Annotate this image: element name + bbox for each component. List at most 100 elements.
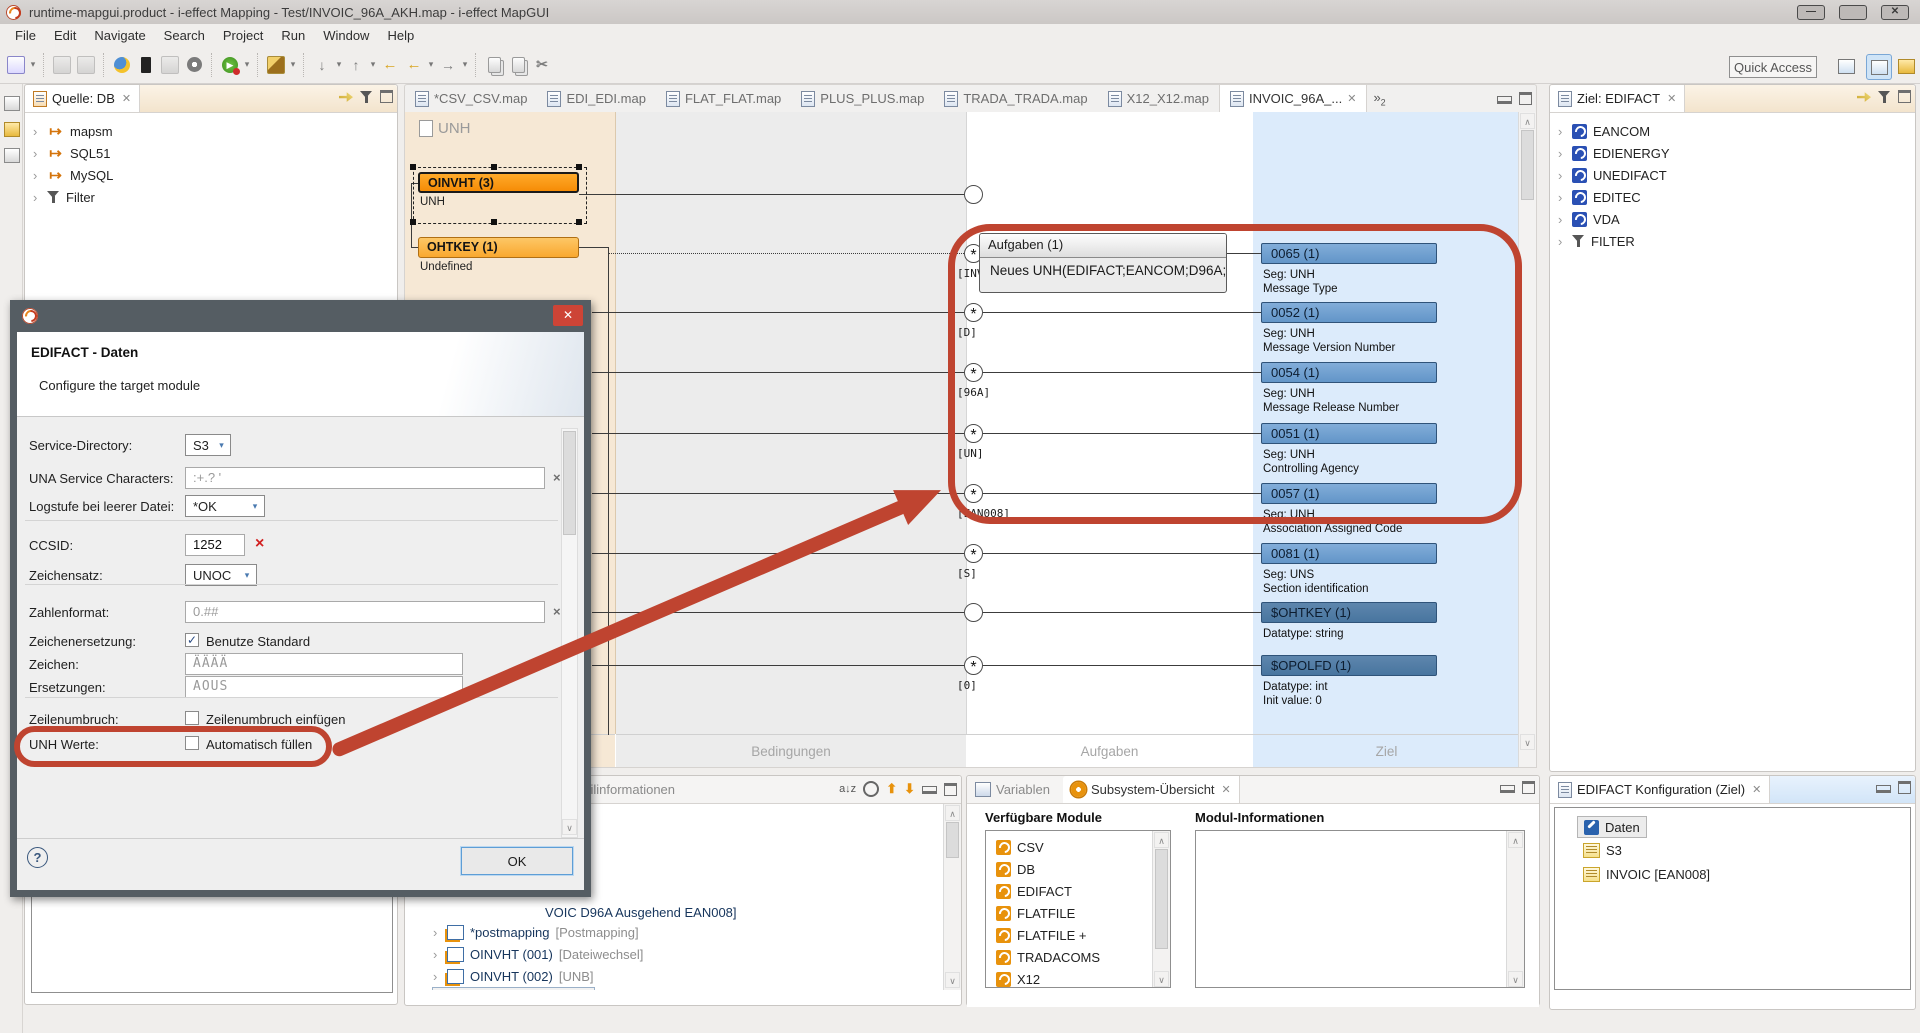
close-icon[interactable]: ✕	[122, 92, 131, 105]
scroll-down-icon[interactable]: ∨	[1520, 734, 1535, 750]
close-icon[interactable]: ✕	[1752, 783, 1761, 796]
target-item-editec[interactable]: ›EDITEC	[1558, 187, 1641, 207]
info-scrollbar[interactable]: ∧ ∨	[1506, 831, 1524, 988]
editor-tab-plus-plus-map[interactable]: PLUS_PLUS.map	[791, 85, 934, 112]
maximize-view-icon[interactable]	[380, 90, 393, 103]
sync-icon[interactable]	[111, 54, 133, 76]
scroll-up-icon[interactable]: ∧	[945, 805, 960, 821]
canvas-scrollbar[interactable]: ∧ ∨	[1518, 112, 1536, 767]
task-port-icon[interactable]: *	[964, 363, 983, 382]
marker-caret-icon[interactable]: ▾	[288, 59, 298, 70]
chevron-right-icon[interactable]: ›	[1558, 190, 1566, 205]
new-wizard-caret-icon[interactable]: ▾	[28, 59, 38, 70]
field-select[interactable]: UNOC▾	[185, 564, 257, 586]
target-item-vda[interactable]: ›VDA	[1558, 209, 1620, 229]
export-arrow-icon[interactable]: ⬇	[904, 781, 915, 797]
build-gear-icon[interactable]	[183, 54, 205, 76]
scroll-thumb[interactable]	[1155, 849, 1168, 949]
editor-tab--csv-csv-map[interactable]: *CSV_CSV.map	[405, 85, 537, 112]
field-input[interactable]: ÄÄÄÄ	[185, 653, 463, 675]
link-editor-icon[interactable]	[1857, 91, 1871, 103]
menu-help[interactable]: Help	[378, 26, 423, 45]
chevron-right-icon[interactable]: ›	[433, 947, 441, 962]
export-settings-icon[interactable]	[159, 54, 181, 76]
modules-scrollbar[interactable]: ∧ ∨	[1152, 831, 1170, 988]
module-item-edifact[interactable]: EDIFACT	[996, 881, 1072, 901]
dialog-scrollbar[interactable]: ∨	[561, 428, 578, 838]
sort-az-icon[interactable]: a↓z	[839, 783, 856, 795]
field-select[interactable]: S3▾	[185, 434, 231, 456]
scroll-down-icon[interactable]: ∨	[1154, 971, 1169, 987]
import-icon[interactable]: ↓	[311, 54, 333, 76]
open-perspective-icon[interactable]	[1834, 54, 1858, 78]
source-item-mysql[interactable]: ›↦MySQL	[33, 165, 113, 185]
minimize-view-icon[interactable]	[922, 786, 937, 794]
maximize-view-icon[interactable]	[1898, 781, 1911, 794]
clear-field-icon[interactable]: ×	[553, 470, 561, 485]
field-checkbox[interactable]	[185, 736, 199, 750]
tab-subsystem-uebersicht[interactable]: Subsystem-Übersicht ✕	[1063, 776, 1240, 803]
import-arrow-icon[interactable]: ⬆	[886, 781, 897, 797]
terminal-icon[interactable]	[135, 54, 157, 76]
task-port-icon[interactable]: *	[964, 484, 983, 503]
module-item-tradacoms[interactable]: TRADACOMS	[996, 947, 1100, 967]
editor-tab-invoic-96a-[interactable]: INVOIC_96A_...✕	[1219, 85, 1367, 112]
maximize-button[interactable]	[1832, 0, 1874, 24]
ok-button[interactable]: OK	[461, 847, 573, 875]
field-checkbox[interactable]	[185, 711, 199, 725]
port-icon[interactable]	[964, 603, 983, 622]
forward-icon[interactable]: →	[437, 54, 459, 76]
port-icon[interactable]	[964, 185, 983, 204]
link-editor-icon[interactable]	[339, 91, 353, 103]
chevron-right-icon[interactable]: ›	[33, 146, 41, 161]
menu-navigate[interactable]: Navigate	[85, 26, 154, 45]
task-port-icon[interactable]: *	[964, 424, 983, 443]
field-input[interactable]: :+.? '	[185, 467, 545, 489]
paste-icon[interactable]	[507, 54, 529, 76]
scroll-up-icon[interactable]: ∧	[1508, 832, 1523, 848]
module-item-flatfile[interactable]: FLATFILE	[996, 903, 1075, 923]
filter-icon[interactable]	[360, 91, 373, 103]
forward-caret-icon[interactable]: ▾	[460, 59, 470, 70]
save-all-icon[interactable]	[75, 54, 97, 76]
editor-tab-edi-edi-map[interactable]: EDI_EDI.map	[537, 85, 655, 112]
close-icon[interactable]: ✕	[1667, 92, 1676, 105]
target-node-00511[interactable]: 0051 (1)	[1261, 423, 1437, 444]
restore-view-icon[interactable]	[4, 96, 20, 111]
target-node-ohtkey1[interactable]: $OHTKEY (1)	[1261, 602, 1437, 623]
minimize-view-icon[interactable]	[1500, 785, 1515, 793]
task-port-icon[interactable]: *	[964, 544, 983, 563]
chevron-right-icon[interactable]: ›	[1558, 146, 1566, 161]
chevron-right-icon[interactable]: ›	[1558, 212, 1566, 227]
task-port-icon[interactable]: *	[964, 303, 983, 322]
scroll-thumb[interactable]	[563, 431, 576, 535]
target-node-00811[interactable]: 0081 (1)	[1261, 543, 1437, 564]
back-new-icon[interactable]: ←	[379, 54, 401, 76]
target-node-00521[interactable]: 0052 (1)	[1261, 302, 1437, 323]
source-node-oinvht[interactable]: OINVHT (3)	[418, 172, 579, 193]
dialog-title-bar[interactable]	[10, 300, 591, 332]
field-input[interactable]: 1252	[185, 534, 245, 556]
scroll-thumb[interactable]	[946, 822, 959, 858]
chevron-right-icon[interactable]: ›	[1558, 168, 1566, 183]
cut-icon[interactable]: ✂	[531, 54, 553, 76]
folder-view-icon[interactable]	[4, 122, 20, 137]
field-input[interactable]: 0.##	[185, 601, 545, 623]
source-item-mapsm[interactable]: ›↦mapsm	[33, 121, 113, 141]
tab-quelle-db[interactable]: Quelle: DB ✕	[25, 85, 140, 112]
modules-list[interactable]: CSVDBEDIFACTFLATFILEFLATFILE +TRADACOMSX…	[985, 830, 1171, 988]
maximize-editor-icon[interactable]	[1519, 92, 1532, 105]
menu-run[interactable]: Run	[272, 26, 314, 45]
clear-field-icon[interactable]: ×	[553, 604, 561, 619]
target-item-filter[interactable]: ›FILTER	[1558, 231, 1635, 251]
target-node-00541[interactable]: 0054 (1)	[1261, 362, 1437, 383]
chevron-right-icon[interactable]: ›	[33, 124, 41, 139]
tab-edifact-konfiguration[interactable]: EDIFACT Konfiguration (Ziel) ✕	[1550, 776, 1770, 803]
export-caret-icon[interactable]: ▾	[368, 59, 378, 70]
config-item-s3[interactable]: S3	[1577, 840, 1628, 860]
module-item-flatfile-[interactable]: FLATFILE +	[996, 925, 1086, 945]
target-node-opolfd1[interactable]: $OPOLFD (1)	[1261, 655, 1437, 676]
search-icon[interactable]	[863, 781, 879, 797]
mapping-perspective-icon[interactable]	[1866, 54, 1892, 80]
target-item-unedifact[interactable]: ›UNEDIFACT	[1558, 165, 1667, 185]
